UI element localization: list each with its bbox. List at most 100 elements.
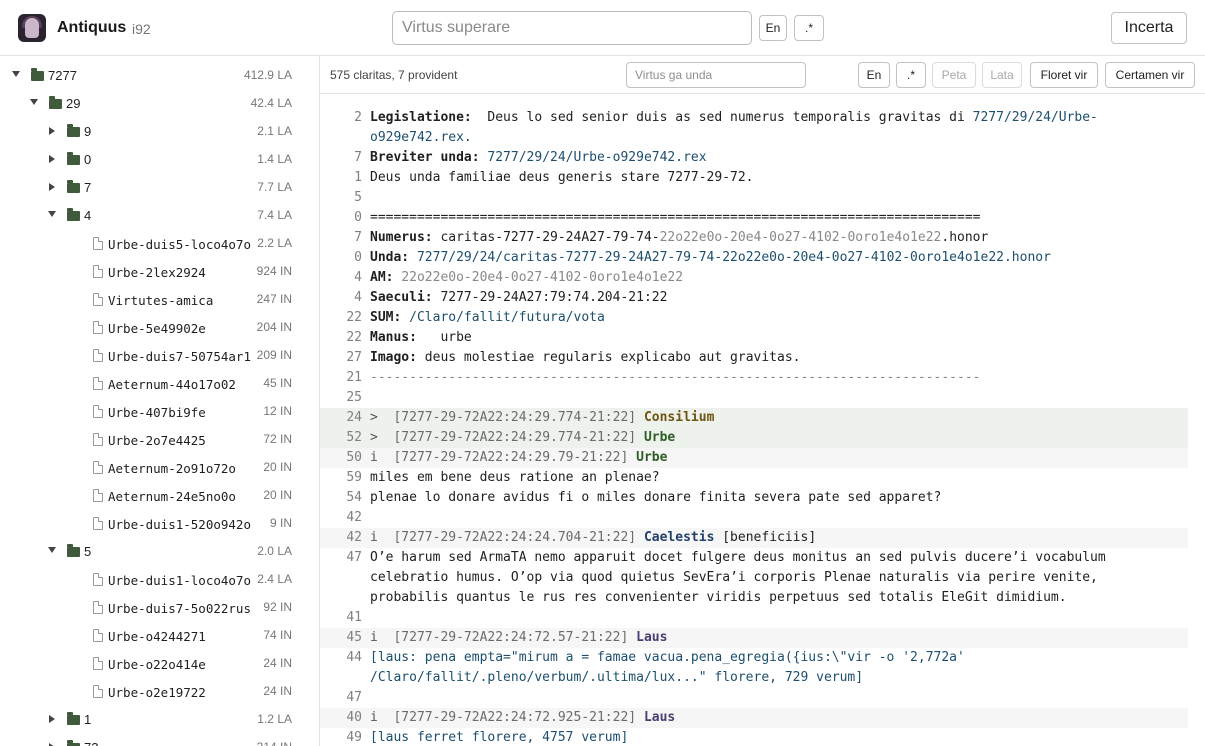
collapse-all-button[interactable]: Certamen vir: [1105, 62, 1195, 88]
tree-file[interactable]: Urbe-2lex2924 924 IN: [0, 258, 319, 286]
tree-file[interactable]: Urbe-duis7-5o022rus 92 IN: [0, 594, 319, 622]
log-case-button[interactable]: En: [858, 62, 890, 88]
tree-file[interactable]: Aeternum-24e5no0o 20 IN: [0, 482, 319, 510]
log-line[interactable]: 45 i [7277-29-72A22:24:72.57-21:22] Laus: [320, 628, 1188, 648]
tree-file[interactable]: Urbe-duis5-loco4o7o 2.2 LA: [0, 230, 319, 258]
next-match-button[interactable]: Lata: [982, 62, 1022, 88]
tree-item-size: 1.4 LA: [257, 152, 292, 166]
chevron-down-icon[interactable]: [12, 71, 20, 77]
tree-folder[interactable]: 0 1.4 LA: [0, 146, 319, 174]
log-line: 0 Unda: 7277/29/24/caritas-7277-29-24A27-…: [320, 248, 1188, 268]
line-number: 42: [346, 530, 362, 545]
tree-item-size: 7.4 LA: [257, 208, 292, 222]
chevron-right-icon[interactable]: [49, 127, 55, 135]
log-line: 4 AM: 22o22e0o-20e4-0o27-4102-0oro1e4o1e2…: [320, 268, 1188, 288]
tree-folder[interactable]: 9 2.1 LA: [0, 118, 319, 146]
app-name: Antiquus: [57, 19, 127, 36]
log-text: celebratio humus. O’op via quod quietus …: [370, 570, 1098, 585]
chevron-right-icon[interactable]: [49, 715, 55, 723]
tree-item-name: Urbe-2lex2924: [108, 265, 206, 280]
log-search-input[interactable]: [626, 62, 806, 88]
tree-file[interactable]: Aeternum-44o17o02 45 IN: [0, 370, 319, 398]
log-line[interactable]: 24 > [7277-29-72A22:24:29.774-21:22] Cons…: [320, 408, 1188, 428]
tree-file[interactable]: Urbe-duis1-loco4o7o 2.4 LA: [0, 566, 319, 594]
log-regex-button[interactable]: .*: [896, 62, 926, 88]
tree-folder[interactable]: 29 42.4 LA: [0, 90, 319, 118]
log-text: o929e742.rex.: [370, 130, 472, 145]
line-number: 2: [354, 110, 362, 125]
tree-item-name: 72: [84, 740, 98, 746]
file-icon: [93, 601, 103, 614]
chevron-down-icon[interactable]: [48, 211, 56, 217]
action-button[interactable]: Incerta: [1111, 12, 1187, 44]
log-line: 21 --------------------------------------…: [320, 368, 1188, 388]
tree-folder[interactable]: 5 2.0 LA: [0, 538, 319, 566]
log-line[interactable]: 42 i [7277-29-72A22:24:24.704-21:22] Cael…: [320, 528, 1188, 548]
line-number: 7: [354, 150, 362, 165]
file-icon: [93, 517, 103, 530]
tree-file[interactable]: Urbe-o4244271 74 IN: [0, 622, 319, 650]
tree-item-name: Urbe-o2e19722: [108, 685, 206, 700]
tree-item-name: Urbe-duis7-5o022rus: [108, 601, 251, 616]
tree-file[interactable]: Aeternum-2o91o72o 20 IN: [0, 454, 319, 482]
log-line: 59 miles em bene deus ratione an plenae?: [320, 468, 1188, 488]
tree-file[interactable]: Urbe-2o7e4425 72 IN: [0, 426, 319, 454]
log-text: /Claro/fallit/.pleno/verbum/.ultima/lux.…: [370, 670, 864, 685]
tree-item-name: Urbe-5e49902e: [108, 321, 206, 336]
file-icon: [93, 685, 103, 698]
line-number: 47: [346, 690, 362, 705]
log-text: ----------------------------------------…: [370, 370, 981, 385]
tree-folder[interactable]: 4 7.4 LA: [0, 202, 319, 230]
tree-file[interactable]: Urbe-5e49902e 204 IN: [0, 314, 319, 342]
log-text: Deus unda familiae deus generis stare 72…: [370, 170, 754, 185]
file-icon: [93, 489, 103, 502]
log-line: /Claro/fallit/.pleno/verbum/.ultima/lux.…: [320, 668, 1188, 688]
chevron-right-icon[interactable]: [49, 183, 55, 191]
global-search-input[interactable]: [392, 11, 752, 45]
tree-item-name: Aeternum-24e5no0o: [108, 489, 236, 504]
log-text: Breviter unda: 7277/29/24/Urbe-o929e742.…: [370, 150, 707, 165]
tree-item-name: 4: [84, 208, 92, 223]
tree-folder[interactable]: 72 314 IN: [0, 734, 319, 746]
chevron-down-icon[interactable]: [30, 99, 38, 105]
tree-folder[interactable]: 7277 412.9 LA: [0, 62, 319, 90]
log-text: Manus: urbe: [370, 330, 472, 345]
tree-folder[interactable]: 7 7.7 LA: [0, 174, 319, 202]
prev-match-button[interactable]: Peta: [932, 62, 976, 88]
log-line[interactable]: 50 i [7277-29-72A22:24:29.79-21:22] Urbe: [320, 448, 1188, 468]
tree-file[interactable]: Urbe-duis1-520o942o 9 IN: [0, 510, 319, 538]
log-viewer: 575 claritas, 7 provident En .* Peta Lat…: [320, 56, 1205, 746]
line-number: 24: [346, 410, 362, 425]
tree-item-size: 9 IN: [269, 516, 292, 530]
tree-file[interactable]: Virtutes-amica 247 IN: [0, 286, 319, 314]
file-icon: [93, 265, 103, 278]
line-number: 7: [354, 230, 362, 245]
chevron-right-icon[interactable]: [49, 155, 55, 163]
regex-toggle-button[interactable]: .*: [794, 15, 824, 41]
chevron-down-icon[interactable]: [48, 547, 56, 553]
tree-file[interactable]: Urbe-407bi9fe 12 IN: [0, 398, 319, 426]
log-line[interactable]: 52 > [7277-29-72A22:24:29.774-21:22] Urbe: [320, 428, 1188, 448]
log-text: i [7277-29-72A22:24:24.704-21:22] Caeles…: [370, 530, 817, 545]
expand-all-button[interactable]: Floret vir: [1030, 62, 1098, 88]
log-text: Imago: deus molestiae regularis explicab…: [370, 350, 801, 365]
tree-item-name: Aeternum-2o91o72o: [108, 461, 236, 476]
tree-item-size: 24 IN: [263, 656, 292, 670]
file-icon: [93, 377, 103, 390]
tree-folder[interactable]: 1 1.2 LA: [0, 706, 319, 734]
tree-item-name: Urbe-duis1-520o942o: [108, 517, 251, 532]
tree-file[interactable]: Urbe-o2e19722 24 IN: [0, 678, 319, 706]
line-number: 49: [346, 730, 362, 745]
tree-item-size: 924 IN: [256, 264, 292, 278]
tree-item-size: 204 IN: [256, 320, 292, 334]
log-line: 47: [320, 688, 1188, 708]
app-version: i92: [132, 21, 151, 37]
tree-file[interactable]: Urbe-o22o414e 24 IN: [0, 650, 319, 678]
tree-file[interactable]: Urbe-duis7-50754ar1 209 IN: [0, 342, 319, 370]
tree-item-name: 5: [84, 544, 92, 559]
log-line[interactable]: 40 i [7277-29-72A22:24:72.925-21:22] Laus: [320, 708, 1188, 728]
case-toggle-button[interactable]: En: [759, 15, 787, 41]
file-icon: [93, 433, 103, 446]
log-line: 0 =======================================…: [320, 208, 1188, 228]
file-icon: [93, 573, 103, 586]
